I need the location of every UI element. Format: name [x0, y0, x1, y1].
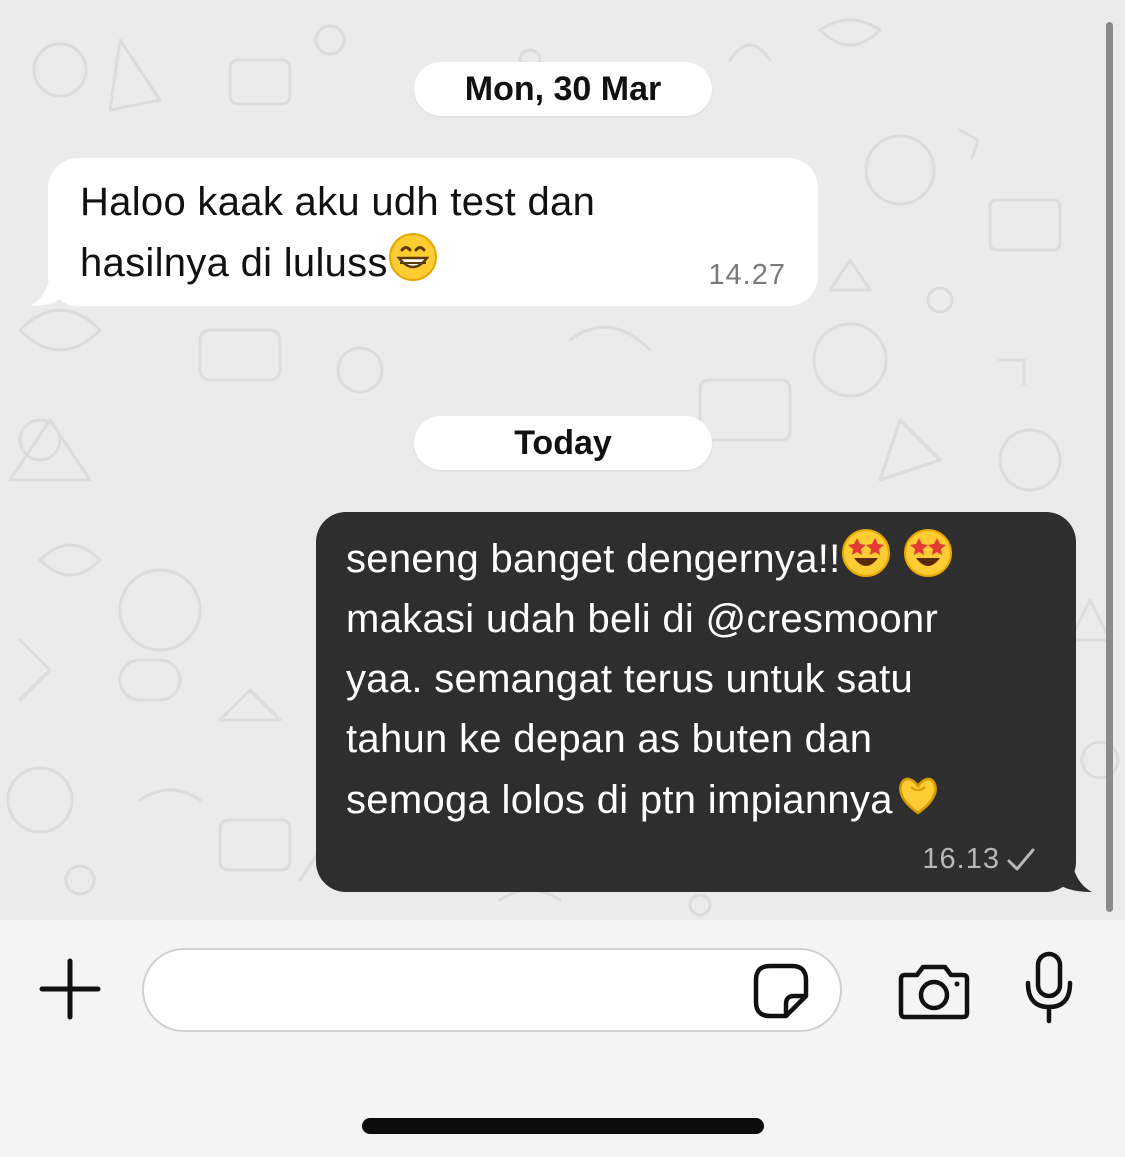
home-indicator[interactable] [362, 1118, 764, 1134]
message-line-with-emoji: hasilnya di luluss [80, 232, 720, 293]
microphone-button[interactable] [1020, 950, 1078, 1026]
sticker-icon [753, 963, 809, 1019]
attach-plus-button[interactable] [36, 955, 104, 1023]
message-meta: 16.13 [922, 843, 1036, 876]
message-line-with-emoji: semoga lolos di ptn impiannya [346, 769, 1056, 830]
scrollbar[interactable] [1106, 22, 1113, 912]
message-line: yaa. semangat terus untuk satu [346, 657, 914, 701]
grinning-face-emoji-icon [388, 233, 437, 281]
star-struck-emoji-icon [841, 529, 890, 577]
single-check-icon [1007, 848, 1035, 870]
message-line: makasi udah beli di @cresmoonr [346, 597, 939, 641]
incoming-message-bubble[interactable]: Haloo kaak aku udh test dan hasilnya di … [48, 158, 818, 306]
message-input[interactable] [172, 968, 752, 1014]
message-line: semoga lolos di ptn impiannya [346, 778, 893, 822]
date-separator: Mon, 30 Mar [414, 62, 712, 116]
date-separator: Today [414, 416, 712, 470]
camera-icon [898, 964, 970, 1020]
microphone-icon [1025, 951, 1073, 1024]
outgoing-message-text: seneng banget dengernya!! makasi udah be… [346, 528, 1056, 830]
message-timestamp: 16.13 [922, 843, 1000, 875]
star-struck-emoji-icon [903, 529, 952, 577]
outgoing-message-bubble[interactable]: seneng banget dengernya!! makasi udah be… [316, 512, 1076, 892]
camera-button[interactable] [896, 958, 972, 1024]
incoming-message-text: Haloo kaak aku udh test dan hasilnya di … [80, 172, 720, 293]
message-input-box[interactable] [142, 948, 842, 1032]
heart-hands-emoji-icon [898, 777, 937, 815]
chat-area[interactable]: Mon, 30 Mar Haloo kaak aku udh test dan … [0, 0, 1125, 920]
sticker-button[interactable] [748, 958, 814, 1024]
message-timestamp: 14.27 [708, 259, 786, 291]
chat-screen: Mon, 30 Mar Haloo kaak aku udh test dan … [0, 0, 1125, 1157]
message-line: tahun ke depan as buten dan [346, 717, 873, 761]
message-line: Haloo kaak aku udh test dan [80, 180, 596, 224]
plus-icon [39, 958, 101, 1020]
message-line-with-emoji: seneng banget dengernya!! [346, 528, 1056, 589]
message-line: seneng banget dengernya!! [346, 537, 841, 581]
message-line: hasilnya di luluss [80, 241, 388, 285]
